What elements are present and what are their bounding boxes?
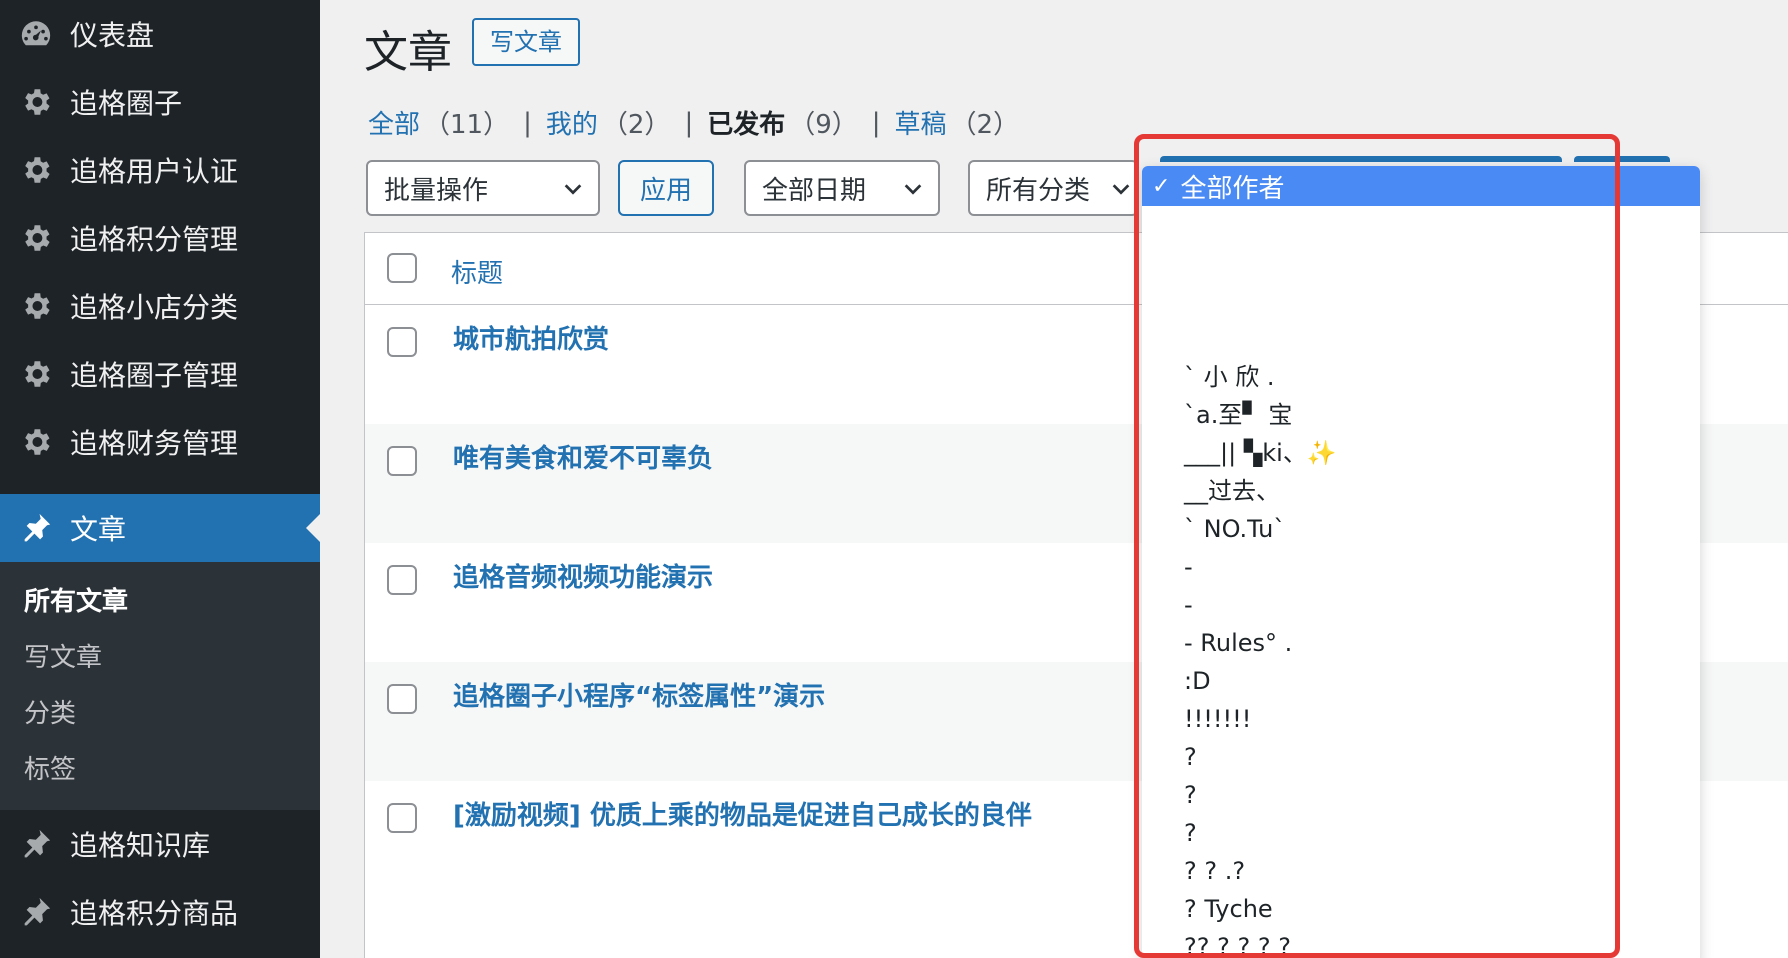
menu-zhuige-points[interactable]: 追格积分管理 [0,204,320,272]
row-checkbox[interactable] [387,446,417,476]
pin-icon [18,510,54,546]
menu-label: 追格积分商品 [70,897,239,930]
gear-icon [18,356,54,392]
view-drafts[interactable]: 草稿 [895,104,947,141]
author-option[interactable]: ? Tyche [1142,890,1700,928]
author-option[interactable]: __过去、 [1142,472,1700,510]
dashboard-icon [18,16,54,52]
post-status-views: 全部 （11） | 我的 （2） | 已发布 （9） | 草稿 （2） [368,104,1019,141]
author-option[interactable]: - [1142,548,1700,586]
menu-label: 追格圈子 [70,87,183,120]
gear-icon [18,288,54,324]
view-drafts-count: （2） [950,110,1020,140]
author-option[interactable]: ___|| ▚ki、✨ [1142,434,1700,472]
menu-zhuige-finance[interactable]: 追格财务管理 [0,408,320,476]
menu-zhuige-quanzi[interactable]: 追格圈子 [0,68,320,136]
menu-zhuige-shop-category[interactable]: 追格小店分类 [0,272,320,340]
category-filter-value: 所有分类 [986,175,1091,206]
checkmark-icon: ✓ [1152,173,1171,199]
menu-label: 追格圈子管理 [70,359,239,392]
filter-button[interactable] [1574,156,1670,162]
post-title-link[interactable]: 追格圈子小程序“标签属性”演示 [453,678,1053,716]
separator: | [523,107,532,138]
view-mine[interactable]: 我的 [546,104,598,141]
menu-dashboard[interactable]: 仪表盘 [0,0,320,68]
author-option[interactable] [1142,282,1700,320]
author-option[interactable] [1142,320,1700,358]
menu-label: 追格积分管理 [70,223,239,256]
view-all[interactable]: 全部 [368,104,420,141]
pin-icon [18,894,54,930]
pin-icon [18,826,54,862]
bulk-action-value: 批量操作 [384,175,489,206]
chevron-down-icon [1112,184,1130,195]
admin-sidebar: 仪表盘 追格圈子 追格用户认证 追格积分管理 追格小店分类 追格圈子管理 追格财… [0,0,320,958]
author-option[interactable]: ` 小 欣 . [1142,358,1700,396]
submenu-all-posts[interactable]: 所有文章 [0,574,320,630]
view-all-count: （11） [424,110,510,140]
submenu-add-new[interactable]: 写文章 [0,630,320,686]
chevron-down-icon [564,184,582,195]
author-option[interactable]: - Rules° . [1142,624,1700,662]
author-option[interactable]: `a.至▘ 宝 [1142,396,1700,434]
author-option[interactable]: :D [1142,662,1700,700]
category-filter-select[interactable]: 所有分类 [968,160,1138,216]
post-title-link[interactable]: 追格音频视频功能演示 [453,559,1053,597]
menu-zhuige-quanzi-manage[interactable]: 追格圈子管理 [0,340,320,408]
author-option[interactable]: ?? ? ? ? ? [1142,928,1700,958]
menu-zhuige-knowledge[interactable]: 追格知识库 [0,810,320,878]
row-checkbox[interactable] [387,803,417,833]
view-published[interactable]: 已发布 [707,104,785,141]
row-checkbox[interactable] [387,684,417,714]
menu-label: 追格小店分类 [70,291,239,324]
menu-zhuige-points-goods[interactable]: 追格积分商品 [0,878,320,946]
select-all-checkbox[interactable] [387,253,417,283]
author-option[interactable]: ? [1142,738,1700,776]
date-filter-select[interactable]: 全部日期 [744,160,940,216]
gear-icon [18,152,54,188]
apply-button[interactable]: 应用 [618,160,714,216]
author-option[interactable]: !!!!!!! [1142,700,1700,738]
gear-icon [18,84,54,120]
menu-label: 追格财务管理 [70,427,239,460]
author-option[interactable]: ? [1142,814,1700,852]
post-title-link[interactable]: 唯有美食和爱不可辜负 [453,440,1053,478]
menu-zhuige-user-auth[interactable]: 追格用户认证 [0,136,320,204]
post-title-link[interactable]: 城市航拍欣赏 [453,321,1053,359]
author-option[interactable]: ? ? .? [1142,852,1700,890]
post-title-link[interactable]: [激励视频] 优质上乘的物品是促进自己成长的良伴 [453,797,1053,835]
date-filter-value: 全部日期 [762,175,867,206]
gear-icon [18,424,54,460]
menu-posts[interactable]: 文章 [0,494,320,562]
column-title[interactable]: 标题 [451,253,503,290]
separator: | [871,107,881,138]
author-option[interactable] [1142,206,1700,244]
row-checkbox[interactable] [387,327,417,357]
author-option[interactable]: - [1142,586,1700,624]
menu-label: 文章 [70,513,127,546]
chevron-down-icon [904,184,922,195]
author-option[interactable]: ` NO.Tu` [1142,510,1700,548]
page-title: 文章 [364,27,452,78]
menu-label: 仪表盘 [70,19,155,52]
bulk-action-select[interactable]: 批量操作 [366,160,600,216]
menu-label: 追格知识库 [70,829,211,862]
gear-icon [18,220,54,256]
view-mine-count: （2） [601,110,671,140]
menu-label: 追格用户认证 [70,155,239,188]
view-published-count: （9） [789,110,858,140]
author-filter-select[interactable] [1160,156,1562,162]
option-label: 全部作者 [1180,173,1285,204]
separator: | [684,107,694,138]
author-dropdown-list[interactable]: ✓ 全部作者 ` 小 欣 . `a.至▘ 宝 ___|| ▚ki、✨ __过去、… [1142,166,1700,958]
author-option-selected[interactable]: ✓ 全部作者 [1142,166,1700,206]
posts-submenu: 所有文章 写文章 分类 标签 [0,562,320,810]
row-checkbox[interactable] [387,565,417,595]
author-option[interactable]: ? [1142,776,1700,814]
author-option[interactable] [1142,244,1700,282]
submenu-tags[interactable]: 标签 [0,742,320,798]
add-new-post-button[interactable]: 写文章 [472,18,580,66]
submenu-categories[interactable]: 分类 [0,686,320,742]
